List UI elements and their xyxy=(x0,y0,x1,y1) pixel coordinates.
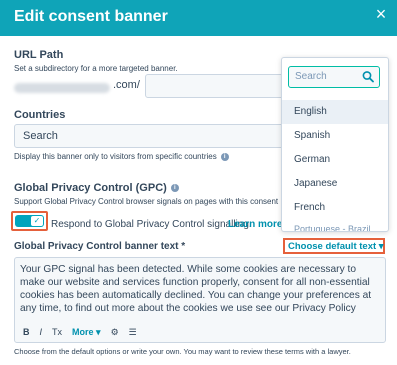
countries-label: Countries xyxy=(14,109,66,121)
banner-text-label: Global Privacy Control banner text * xyxy=(14,241,186,252)
close-icon[interactable]: × xyxy=(371,4,391,24)
language-dropdown: Search English Spanish German Japanese F… xyxy=(281,57,389,232)
more-menu-button[interactable]: More ▾ xyxy=(72,327,101,338)
settings-icon[interactable]: ⚙ xyxy=(111,327,119,338)
gpc-toggle[interactable]: ✓ xyxy=(15,215,44,227)
dropdown-option-german[interactable]: German xyxy=(282,148,388,172)
url-path-label: URL Path xyxy=(14,49,64,61)
gpc-help: Support Global Privacy Control browser s… xyxy=(14,197,279,206)
gpc-toggle-label: Respond to Global Privacy Control signal… xyxy=(51,219,252,230)
url-path-help: Set a subdirectory for a more targeted b… xyxy=(14,64,178,73)
list-icon[interactable]: ☰ xyxy=(129,327,137,338)
italic-icon[interactable]: I xyxy=(40,327,43,337)
gpc-label: Global Privacy Control (GPC) i xyxy=(14,182,179,194)
dropdown-option-portuguese-brazil[interactable]: Portuguese - Brazil xyxy=(282,218,388,231)
url-path-input[interactable] xyxy=(145,74,295,98)
dropdown-search-placeholder: Search xyxy=(295,71,327,82)
banner-text-editor[interactable]: Your GPC signal has been detected. While… xyxy=(14,257,386,343)
gpc-toggle-highlight: ✓ xyxy=(11,211,48,231)
dropdown-option-spanish[interactable]: Spanish xyxy=(282,124,388,148)
check-icon: ✓ xyxy=(31,216,43,226)
editor-toolbar: B I Tx More ▾ ⚙ ☰ xyxy=(23,325,137,339)
dropdown-option-japanese[interactable]: Japanese xyxy=(282,172,388,196)
dropdown-search-input[interactable]: Search xyxy=(288,66,380,88)
info-icon[interactable]: i xyxy=(220,152,229,161)
banner-text-help: Choose from the default options or write… xyxy=(14,347,351,356)
clear-format-icon[interactable]: Tx xyxy=(52,327,62,337)
info-icon[interactable]: i xyxy=(170,184,179,193)
more-label: More xyxy=(72,326,94,337)
caret-down-icon: ▾ xyxy=(378,241,384,252)
dropdown-option-french[interactable]: French xyxy=(282,196,388,220)
search-icon xyxy=(362,71,374,83)
gpc-label-text: Global Privacy Control (GPC) xyxy=(14,182,167,194)
countries-help-text: Display this banner only to visitors fro… xyxy=(14,152,217,161)
bold-icon[interactable]: B xyxy=(23,327,30,337)
modal-title: Edit consent banner xyxy=(14,8,168,25)
countries-help: Display this banner only to visitors fro… xyxy=(14,152,229,161)
learn-more-link[interactable]: Learn more. xyxy=(228,219,285,230)
banner-text-content[interactable]: Your GPC signal has been detected. While… xyxy=(20,263,382,315)
choose-default-label: Choose default text xyxy=(288,241,377,252)
choose-default-text-button[interactable]: Choose default text ▾ xyxy=(283,238,385,254)
modal-header: Edit consent banner × xyxy=(0,0,397,36)
dropdown-option-english[interactable]: English xyxy=(282,100,388,124)
domain-suffix: .com/ xyxy=(113,79,140,91)
countries-search-input[interactable]: Search xyxy=(14,124,294,148)
countries-search-text: Search xyxy=(23,130,58,142)
blurred-domain xyxy=(14,83,110,93)
